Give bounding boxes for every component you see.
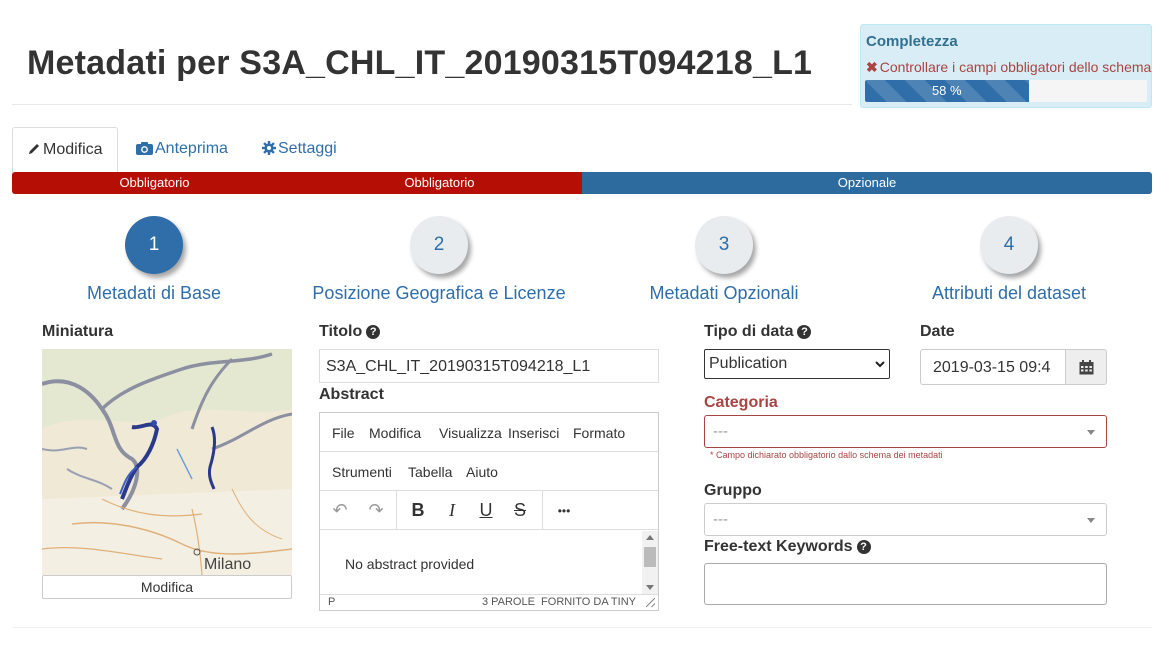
editor-menubar-row2: Strumenti Tabella Aiuto — [320, 452, 658, 491]
abstract-content: No abstract provided — [345, 556, 475, 572]
category-placeholder: --- — [713, 423, 728, 440]
pencil-icon — [29, 144, 39, 154]
step-1-circle[interactable]: 1 — [125, 216, 183, 274]
menu-aiuto[interactable]: Aiuto — [466, 464, 498, 480]
menu-formato[interactable]: Formato — [573, 425, 625, 441]
menu-strumenti[interactable]: Strumenti — [332, 464, 392, 480]
requirement-segment: Obbligatorio — [12, 172, 297, 194]
tab-modifica-label: Modifica — [43, 141, 103, 158]
abstract-label: Abstract — [319, 386, 384, 403]
title-divider — [12, 104, 852, 105]
edit-thumbnail-button[interactable]: Modifica — [42, 575, 292, 599]
tab-anteprima[interactable]: Anteprima — [136, 127, 228, 173]
scroll-up-icon[interactable] — [646, 535, 654, 540]
step-2-label[interactable]: Posizione Geografica e Licenze — [312, 283, 565, 304]
scroll-down-icon[interactable] — [646, 585, 654, 590]
date-type-value: Publication — [709, 355, 788, 372]
bold-icon[interactable]: B — [406, 500, 430, 521]
resize-handle-icon[interactable] — [646, 598, 655, 607]
tab-settaggi-label: Settaggi — [278, 140, 337, 157]
scrollbar-thumb[interactable] — [644, 547, 656, 567]
editor-menubar-row1: File Modifica Visualizza Inserisci Forma… — [320, 413, 658, 452]
step-4-circle[interactable]: 4 — [980, 216, 1038, 274]
title-label-text: Titolo — [319, 323, 363, 340]
step-4-label[interactable]: Attributi del dataset — [932, 283, 1086, 304]
strikethrough-icon[interactable]: S — [508, 500, 532, 521]
chevron-down-icon — [875, 361, 885, 368]
tab-modifica[interactable]: Modifica — [12, 127, 118, 173]
category-select[interactable]: --- — [704, 415, 1107, 448]
thumbnail-label: Miniatura — [42, 323, 114, 340]
requirement-segment: Opzionale — [582, 172, 1152, 194]
editor-statusbar: P 3 PAROLE FORNITO DA TINY — [320, 594, 658, 610]
more-icon[interactable]: ••• — [552, 504, 576, 518]
tab-settaggi[interactable]: Settaggi — [262, 127, 337, 173]
gear-icon — [262, 141, 276, 155]
title-input[interactable]: S3A_CHL_IT_20190315T094218_L1 — [319, 349, 659, 383]
date-type-label-text: Tipo di data — [704, 323, 794, 340]
italic-icon[interactable]: I — [440, 500, 464, 521]
step-1-label[interactable]: Metadati di Base — [87, 283, 221, 304]
abstract-editor[interactable]: File Modifica Visualizza Inserisci Forma… — [319, 412, 659, 611]
completeness-title: Completezza — [866, 33, 958, 50]
editor-scrollbar[interactable] — [642, 531, 658, 594]
keywords-label: Free-text Keywords? — [704, 538, 871, 556]
date-input[interactable]: 2019-03-15 09:4 — [920, 349, 1066, 385]
menu-tabella[interactable]: Tabella — [408, 464, 452, 480]
completeness-progress: 58 % — [865, 80, 1147, 102]
question-circle-icon[interactable]: ? — [856, 540, 871, 554]
thumbnail-map: Milano — [42, 349, 292, 575]
question-circle-icon[interactable]: ? — [366, 325, 381, 339]
keywords-input[interactable] — [704, 563, 1107, 605]
underline-icon[interactable]: U — [474, 500, 498, 521]
step-3-label[interactable]: Metadati Opzionali — [649, 283, 798, 304]
step-3-circle[interactable]: 3 — [695, 216, 753, 274]
error-icon: ✖ — [866, 59, 878, 75]
abstract-content-area[interactable]: No abstract provided — [320, 531, 642, 594]
step-2-circle[interactable]: 2 — [410, 216, 468, 274]
category-label: Categoria — [704, 394, 778, 411]
camera-icon — [136, 142, 153, 155]
completeness-warning[interactable]: ✖ Controllare i campi obbligatori dello s… — [866, 59, 1151, 76]
completeness-warning-text: Controllare i campi obbligatori dello sc… — [879, 59, 1152, 75]
menu-visualizza[interactable]: Visualizza — [439, 425, 502, 441]
title-label: Titolo? — [319, 323, 381, 341]
date-label: Date — [920, 323, 955, 340]
menu-inserisci[interactable]: Inserisci — [508, 425, 559, 441]
completeness-progress-fill: 58 % — [865, 80, 1029, 102]
bottom-divider — [12, 627, 1152, 628]
category-error: * Campo dichiarato obbligatorio dallo sc… — [710, 450, 943, 460]
page-title: Metadati per S3A_CHL_IT_20190315T094218_… — [27, 44, 813, 82]
group-label: Gruppo — [704, 482, 762, 499]
group-select[interactable]: --- — [704, 503, 1107, 536]
caret-down-icon — [1087, 429, 1095, 435]
map-city-label: Milano — [204, 556, 252, 573]
date-type-label: Tipo di data? — [704, 323, 812, 341]
caret-down-icon — [1087, 517, 1095, 523]
group-placeholder: --- — [713, 511, 728, 528]
menu-file[interactable]: File — [332, 425, 355, 441]
requirement-segment: Obbligatorio — [297, 172, 582, 194]
keywords-label-text: Free-text Keywords — [704, 538, 853, 555]
undo-icon[interactable]: ↶ — [328, 500, 352, 521]
calendar-icon — [1079, 360, 1094, 375]
calendar-button[interactable] — [1065, 349, 1107, 385]
completeness-panel: Completezza ✖ Controllare i campi obbliga… — [860, 24, 1152, 108]
question-circle-icon[interactable]: ? — [797, 325, 812, 339]
status-wordcount: 3 PAROLE FORNITO DA TINY — [481, 596, 636, 608]
editor-toolbar: ↶ ↷ B I U S ••• — [320, 491, 658, 530]
date-type-select[interactable]: Publication — [704, 349, 890, 379]
requirement-bar: Obbligatorio Obbligatorio Opzionale — [12, 172, 1152, 194]
status-path: P — [328, 596, 336, 608]
tab-anteprima-label: Anteprima — [155, 140, 228, 157]
redo-icon[interactable]: ↷ — [364, 500, 388, 521]
menu-modifica[interactable]: Modifica — [369, 425, 421, 441]
